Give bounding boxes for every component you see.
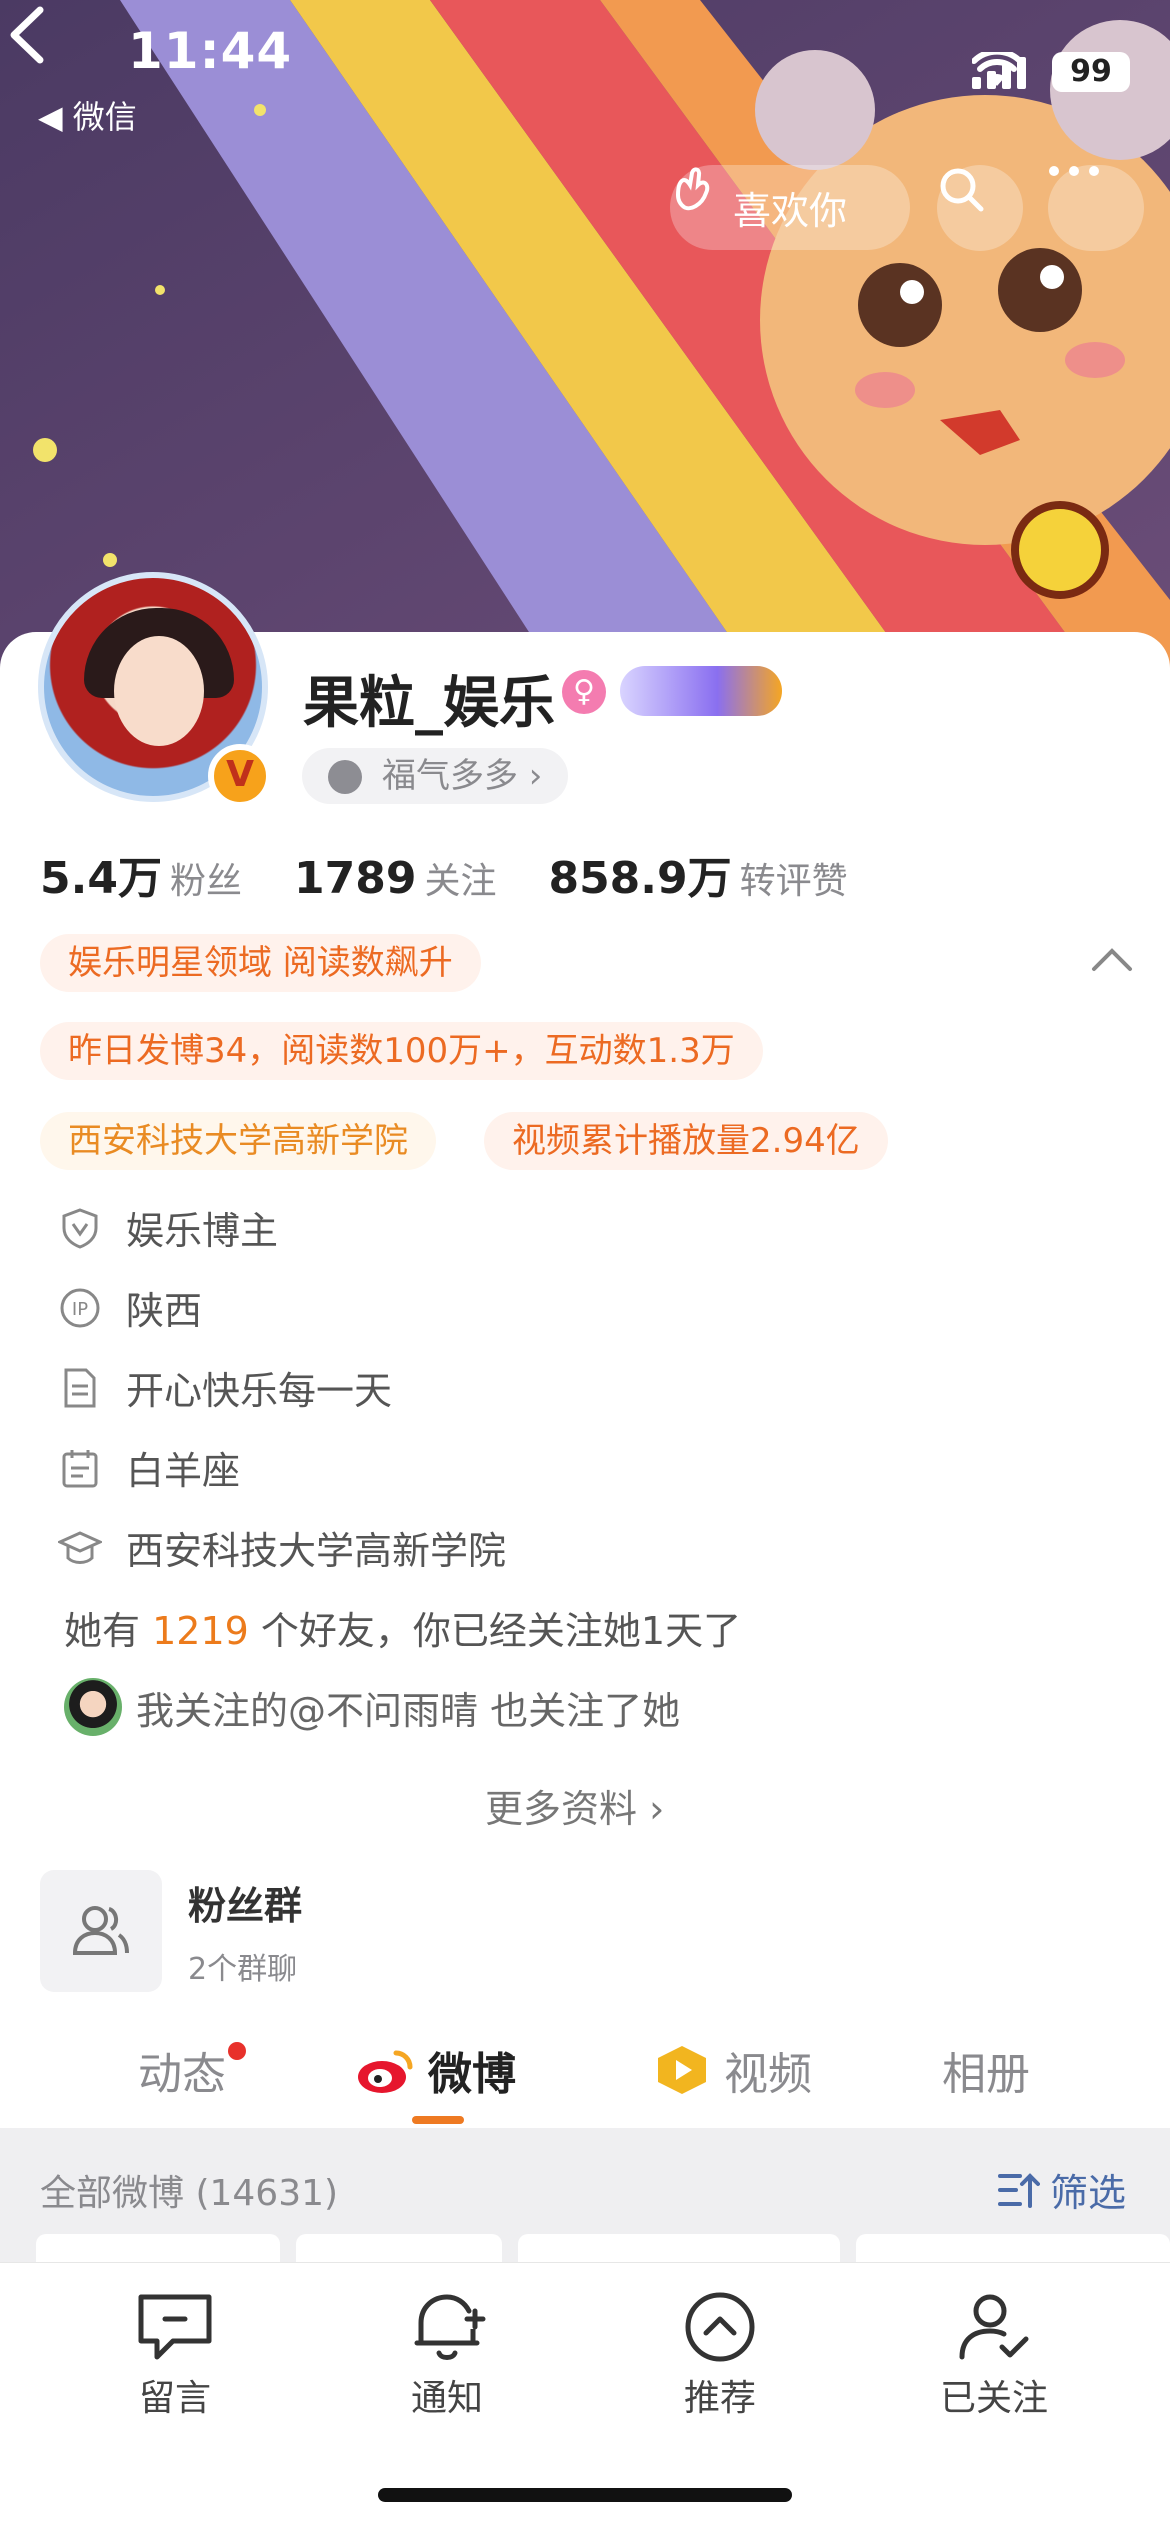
filter-label: 筛选	[1050, 2171, 1127, 2215]
wifi-icon	[972, 52, 1022, 86]
member-level-badge[interactable]	[620, 666, 782, 716]
weibo-logo-icon	[358, 2050, 413, 2093]
recommend-label: 推荐	[683, 2378, 756, 2419]
more-dots-icon	[1049, 166, 1099, 176]
group-people-icon	[72, 1906, 129, 1955]
status-indicators: 99	[972, 52, 1130, 92]
filter-button[interactable]: 筛选	[996, 2162, 1126, 2217]
back-button[interactable]	[0, 0, 60, 70]
tab-activity[interactable]: 动态	[138, 2038, 226, 2102]
info-row-bio: 开心快乐每一天	[58, 1360, 392, 1415]
tab-weibo-label: 微博	[428, 2049, 516, 2100]
calendar-icon	[62, 1449, 98, 1487]
stat-followers[interactable]: 5.4万 粉丝	[40, 842, 242, 906]
hand-heart-icon	[675, 167, 710, 211]
collapse-chevron-up-icon[interactable]	[1090, 945, 1134, 973]
status-time: 11:44	[128, 22, 293, 80]
tab-video-label: 视频	[724, 2049, 812, 2100]
friends-summary: 她有 1219 个好友，你已经关注她1天了	[64, 1609, 742, 1653]
tab-album[interactable]: 相册	[942, 2038, 1030, 2102]
friend-count[interactable]: 1219	[152, 1609, 249, 1653]
fortune-badge-button[interactable]: 福气多多 ›	[302, 748, 569, 804]
active-tab-indicator	[412, 2116, 464, 2124]
info-row-zodiac: 白羊座	[58, 1440, 240, 1495]
stat-interactions[interactable]: 858.9万 转评赞	[548, 842, 847, 906]
followed-button[interactable]: 已关注	[894, 2289, 1094, 2421]
like-you-button[interactable]: 喜欢你	[670, 165, 910, 250]
search-button[interactable]	[937, 165, 1023, 251]
chevron-up-circle-icon	[685, 2292, 755, 2362]
mutual-avatar	[64, 1678, 122, 1736]
yesterday-stats-tag[interactable]: 昨日发博34，阅读数100万+，互动数1.3万	[40, 1022, 763, 1080]
comment-button[interactable]: 留言	[75, 2289, 275, 2421]
search-icon	[940, 168, 984, 212]
female-gender-icon: ♀	[562, 670, 606, 714]
video-plays-tag[interactable]: 视频累计播放量2.94亿	[484, 1112, 888, 1170]
more-options-button[interactable]	[1048, 165, 1144, 251]
followed-label: 已关注	[939, 2378, 1048, 2419]
content-tabs: 动态 微博 视频 相册	[0, 2020, 1170, 2130]
money-bag-icon	[328, 760, 362, 794]
filter-bar: 全部微博 (14631) 筛选	[0, 2128, 1170, 2274]
domain-tag[interactable]: 娱乐明星领域 阅读数飙升	[40, 934, 481, 992]
info-row-ip: IP 陕西	[58, 1280, 202, 1335]
notify-button[interactable]: 通知	[347, 2289, 547, 2421]
avatar[interactable]: V	[38, 572, 278, 812]
graduation-cap-icon	[58, 1530, 102, 1564]
bell-plus-icon	[414, 2294, 486, 2360]
mutual-follow-text: 我关注的@不问雨晴 也关注了她	[136, 1688, 681, 1733]
like-you-label: 喜欢你	[732, 189, 847, 233]
user-check-icon	[959, 2294, 1029, 2360]
info-row-school: 西安科技大学高新学院	[58, 1520, 506, 1575]
more-info-link[interactable]: 更多资料 ›	[485, 1778, 664, 1833]
battery-indicator: 99	[1052, 52, 1130, 92]
recommend-button[interactable]: 推荐	[620, 2289, 820, 2421]
school-tag[interactable]: 西安科技大学高新学院	[40, 1112, 436, 1170]
info-row-blogger: 娱乐博主	[58, 1200, 278, 1255]
verified-badge: V	[208, 744, 272, 808]
fortune-label: 福气多多 ›	[382, 756, 543, 796]
svg-text:IP: IP	[72, 1299, 88, 1320]
tab-weibo[interactable]: 微博	[356, 2038, 516, 2102]
notify-label: 通知	[410, 2378, 483, 2419]
stat-following[interactable]: 1789 关注	[294, 852, 496, 904]
profile-stats: 5.4万 粉丝 1789 关注 858.9万 转评赞	[40, 842, 848, 906]
comment-label: 留言	[138, 2378, 211, 2419]
document-icon	[64, 1368, 96, 1407]
tab-video[interactable]: 视频	[652, 2038, 812, 2102]
profile-name: 果粒_娱乐	[303, 671, 555, 736]
shield-v-icon	[62, 1207, 98, 1249]
fan-group-icon	[40, 1870, 162, 1992]
fan-group-entry[interactable]: 粉丝群 2个群聊	[40, 1870, 302, 1992]
message-bubble-icon	[138, 2294, 212, 2360]
tab-activity-unread-dot	[228, 2042, 246, 2060]
fan-group-title: 粉丝群	[188, 1883, 303, 1928]
back-to-app-link[interactable]: ◀ 微信	[38, 92, 137, 138]
home-indicator[interactable]	[378, 2488, 792, 2502]
filter-icon	[998, 2172, 1040, 2208]
ip-icon: IP	[60, 1288, 100, 1327]
all-weibo-count: 全部微博 (14631)	[40, 2173, 339, 2214]
mutual-follow-row[interactable]: 我关注的@不问雨晴 也关注了她	[64, 1678, 680, 1736]
video-play-icon	[658, 2046, 706, 2094]
fan-group-subtitle: 2个群聊	[188, 1951, 298, 1987]
